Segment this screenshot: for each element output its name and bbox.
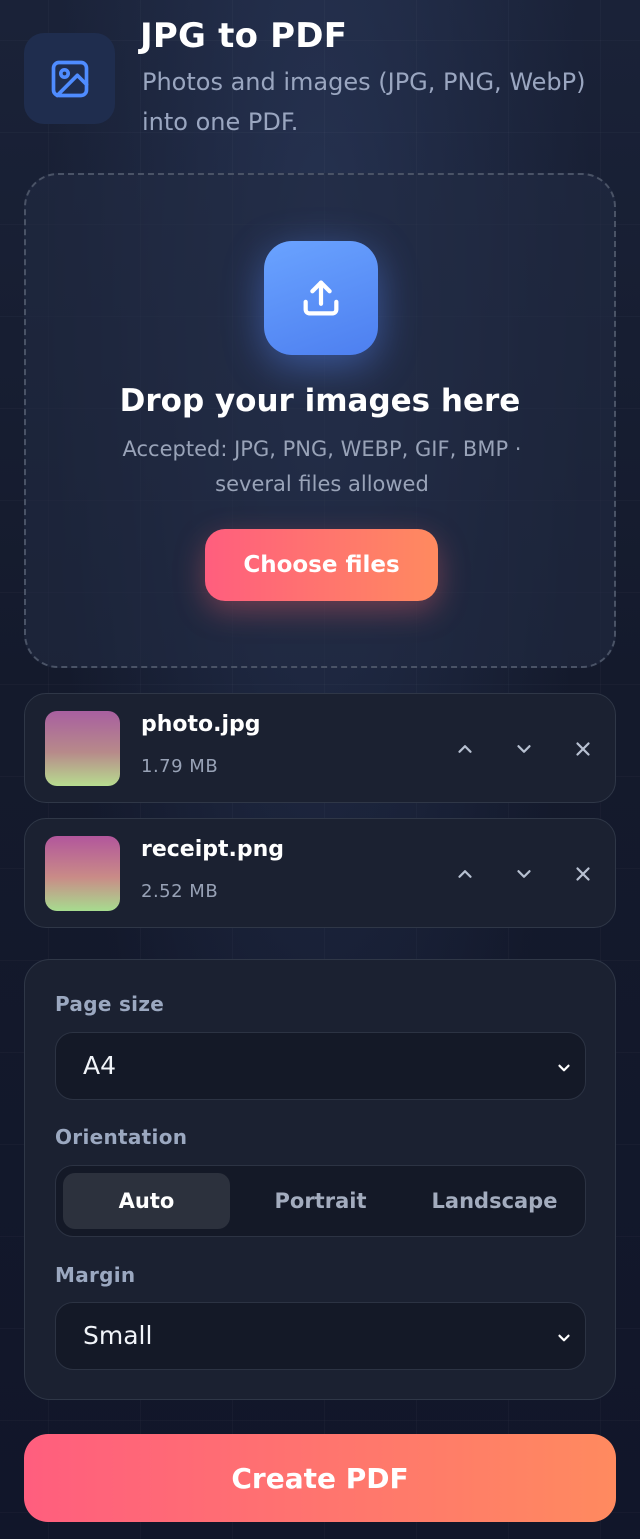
file-size: 2.52 MB xyxy=(141,881,219,902)
chevron-down-icon xyxy=(516,870,531,878)
file-name: receipt.png xyxy=(141,837,285,862)
chevron-down-icon xyxy=(558,1064,570,1072)
orientation-label: Orientation xyxy=(55,1125,188,1149)
file-thumbnail xyxy=(45,711,120,786)
dropzone-subtitle: Accepted: JPG, PNG, WEBP, GIF, BMP · sev… xyxy=(122,437,522,496)
chevron-up-icon xyxy=(457,870,472,878)
image-icon xyxy=(24,33,115,124)
file-actions xyxy=(435,857,612,891)
page-size-label: Page size xyxy=(55,992,165,1016)
orientation-option-portrait[interactable]: Portrait xyxy=(237,1173,404,1229)
move-up-button[interactable] xyxy=(435,857,494,891)
page-size-select[interactable]: A4 xyxy=(55,1032,586,1100)
orientation-option-auto[interactable]: Auto xyxy=(63,1173,230,1229)
settings-panel: Page size A4 Orientation Auto Portrait L… xyxy=(24,959,616,1400)
orientation-toggle: Auto Portrait Landscape xyxy=(55,1165,586,1237)
chevron-down-icon xyxy=(558,1334,570,1342)
page-subtitle: Photos and images (JPG, PNG, WebP) into … xyxy=(142,68,586,136)
move-down-button[interactable] xyxy=(494,857,553,891)
create-pdf-button[interactable]: Create PDF xyxy=(24,1434,616,1522)
margin-select[interactable]: Small xyxy=(55,1302,586,1370)
file-thumbnail xyxy=(45,836,120,911)
choose-files-button[interactable]: Choose files xyxy=(205,529,438,601)
chevron-down-icon xyxy=(516,745,531,753)
remove-file-button[interactable] xyxy=(553,732,612,766)
move-up-button[interactable] xyxy=(435,732,494,766)
dropzone-title: Drop your images here xyxy=(119,383,521,419)
close-icon xyxy=(575,867,590,881)
move-down-button[interactable] xyxy=(494,732,553,766)
file-item: photo.jpg 1.79 MB xyxy=(24,693,616,803)
file-size: 1.79 MB xyxy=(141,756,219,777)
upload-icon xyxy=(264,241,378,355)
dropzone[interactable]: Drop your images here Accepted: JPG, PNG… xyxy=(24,173,616,668)
header: JPG to PDF Photos and images (JPG, PNG, … xyxy=(24,14,616,144)
page-size-value: A4 xyxy=(83,1051,117,1080)
page-title: JPG to PDF xyxy=(140,16,348,56)
close-icon xyxy=(575,742,590,756)
margin-value: Small xyxy=(83,1321,153,1350)
remove-file-button[interactable] xyxy=(553,857,612,891)
margin-label: Margin xyxy=(55,1263,136,1287)
orientation-option-landscape[interactable]: Landscape xyxy=(411,1173,578,1229)
file-name: photo.jpg xyxy=(141,712,261,737)
file-item: receipt.png 2.52 MB xyxy=(24,818,616,928)
chevron-up-icon xyxy=(457,745,472,753)
file-actions xyxy=(435,732,612,766)
